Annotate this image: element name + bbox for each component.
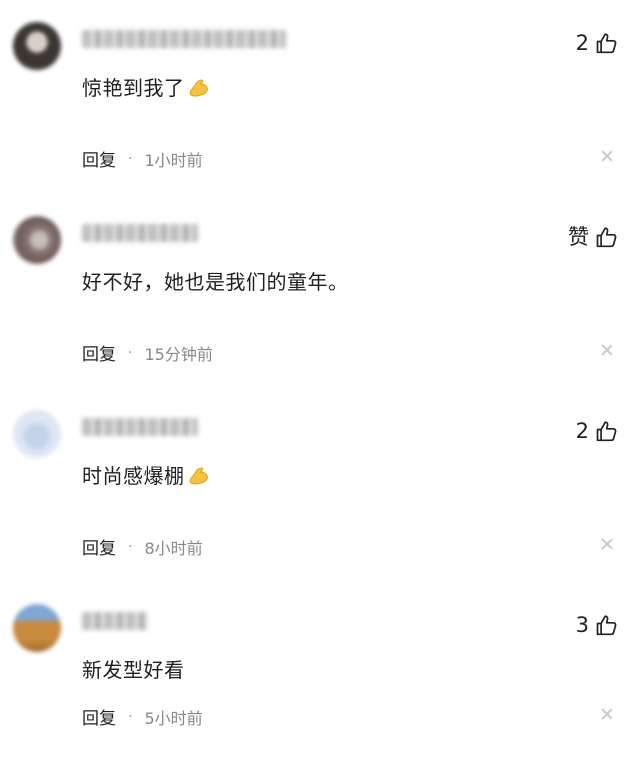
comment-meta: 回复 · 15分钟前 bbox=[82, 340, 213, 366]
thumbs-up-icon bbox=[596, 227, 617, 248]
timestamp: 15分钟前 bbox=[144, 344, 213, 364]
comment-item: 3 新发型好看 回复 · 5小时前 bbox=[0, 604, 639, 757]
username[interactable] bbox=[82, 418, 198, 436]
like-count: 赞 bbox=[568, 225, 589, 249]
comment-text: 惊艳到我了 bbox=[82, 74, 211, 102]
like-count: 2 bbox=[575, 31, 589, 55]
username[interactable] bbox=[82, 224, 198, 242]
close-icon[interactable] bbox=[601, 150, 613, 162]
comment-text-body: 时尚感爆棚 bbox=[82, 464, 185, 488]
close-icon[interactable] bbox=[601, 344, 613, 356]
comment-text-body: 好不好，她也是我们的童年。 bbox=[82, 270, 349, 294]
comment-text-body: 新发型好看 bbox=[82, 658, 185, 682]
meta-separator: · bbox=[128, 344, 133, 361]
avatar[interactable] bbox=[13, 22, 61, 70]
timestamp: 8小时前 bbox=[144, 538, 203, 558]
comment-meta: 回复 · 1小时前 bbox=[82, 146, 203, 172]
comment-item: 2 惊艳到我了 回复 · 1小时前 bbox=[0, 22, 639, 212]
thumbs-up-icon bbox=[596, 421, 617, 442]
comment-item: 2 时尚感爆棚 回复 · 8小时前 bbox=[0, 410, 639, 600]
thumbs-up-icon bbox=[596, 615, 617, 636]
like-button[interactable]: 2 bbox=[576, 31, 619, 55]
reply-button[interactable]: 回复 bbox=[82, 534, 116, 559]
thumbs-up-icon bbox=[596, 33, 617, 54]
flexed-biceps-icon bbox=[189, 467, 208, 485]
meta-separator: · bbox=[128, 150, 133, 167]
like-button[interactable]: 赞 bbox=[568, 225, 619, 249]
avatar[interactable] bbox=[13, 216, 61, 264]
close-icon[interactable] bbox=[601, 708, 613, 720]
flexed-biceps-icon bbox=[189, 79, 208, 97]
timestamp: 1小时前 bbox=[144, 150, 203, 170]
username[interactable] bbox=[82, 30, 286, 48]
comment-meta: 回复 · 8小时前 bbox=[82, 534, 203, 560]
timestamp: 5小时前 bbox=[144, 708, 203, 728]
comment-meta: 回复 · 5小时前 bbox=[82, 704, 203, 730]
comment-text: 新发型好看 bbox=[82, 656, 185, 684]
comment-text: 时尚感爆棚 bbox=[82, 462, 211, 490]
comment-text: 好不好，她也是我们的童年。 bbox=[82, 268, 349, 296]
like-button[interactable]: 2 bbox=[576, 419, 619, 443]
comment-text-body: 惊艳到我了 bbox=[82, 76, 185, 100]
meta-separator: · bbox=[128, 538, 133, 555]
like-button[interactable]: 3 bbox=[576, 613, 619, 637]
like-count: 2 bbox=[575, 419, 589, 443]
avatar[interactable] bbox=[13, 410, 61, 458]
close-icon[interactable] bbox=[601, 538, 613, 550]
comment-item: 赞 好不好，她也是我们的童年。 回复 · 15分钟前 bbox=[0, 216, 639, 406]
reply-button[interactable]: 回复 bbox=[82, 146, 116, 171]
avatar[interactable] bbox=[13, 604, 61, 652]
reply-button[interactable]: 回复 bbox=[82, 340, 116, 365]
meta-separator: · bbox=[128, 708, 133, 725]
like-count: 3 bbox=[575, 613, 589, 637]
username[interactable] bbox=[82, 612, 148, 630]
reply-button[interactable]: 回复 bbox=[82, 704, 116, 729]
